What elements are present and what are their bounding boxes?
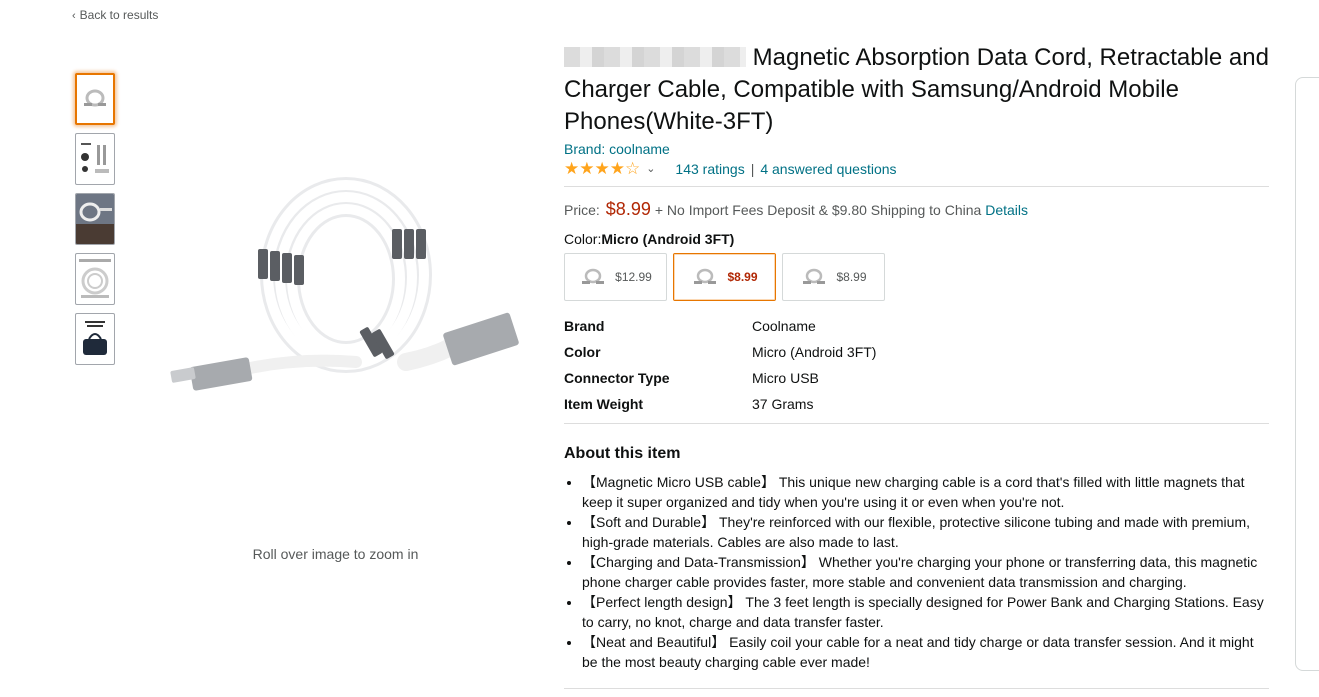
thumbnail-cable-coil[interactable] bbox=[75, 73, 115, 125]
swatch-option-2[interactable]: $8.99 bbox=[673, 253, 776, 301]
spec-table: Brand Coolname Color Micro (Android 3FT)… bbox=[564, 313, 1269, 417]
chevron-down-icon[interactable]: ⌄ bbox=[646, 159, 655, 179]
cable-thumbnail-icon bbox=[694, 268, 717, 284]
swatch-option-3[interactable]: $8.99 bbox=[782, 253, 885, 301]
divider bbox=[564, 423, 1269, 424]
price-label: Price: bbox=[564, 202, 600, 218]
ratings-count-link[interactable]: 143 ratings bbox=[675, 159, 744, 179]
cable-thumbnail-icon bbox=[803, 268, 826, 284]
spec-value: Micro USB bbox=[752, 370, 819, 386]
about-title: About this item bbox=[564, 445, 681, 462]
about-list: 【Magnetic Micro USB cable】 This unique n… bbox=[564, 472, 1269, 672]
thumbnail-cable-parts[interactable] bbox=[75, 133, 115, 185]
thumbnail-cable-lifestyle[interactable] bbox=[75, 193, 115, 245]
spec-key: Item Weight bbox=[564, 396, 644, 412]
spec-key: Brand bbox=[564, 318, 605, 334]
color-row: Color:Micro (Android 3FT) bbox=[564, 230, 1269, 248]
thumbnail-strip bbox=[75, 73, 115, 373]
about-item: 【Magnetic Micro USB cable】 This unique n… bbox=[582, 472, 1269, 512]
ratings-row: ★★★★☆ ⌄ 143 ratings | 4 answered questio… bbox=[564, 158, 1269, 180]
color-label: Color: bbox=[564, 231, 602, 247]
spec-row: Item Weight 37 Grams bbox=[564, 391, 1269, 417]
back-to-results-link[interactable]: ‹ Back to results bbox=[72, 8, 158, 22]
back-label: Back to results bbox=[79, 8, 159, 22]
thumbnail-cable-features[interactable] bbox=[75, 253, 115, 305]
thumbnail-cable-bag[interactable] bbox=[75, 313, 115, 365]
spec-value: Coolname bbox=[752, 318, 816, 334]
spec-value: Micro (Android 3FT) bbox=[752, 344, 877, 360]
about-item: 【Neat and Beautiful】 Easily coil your ca… bbox=[582, 632, 1269, 672]
spec-key: Connector Type bbox=[564, 370, 670, 386]
swatch-price: $12.99 bbox=[615, 270, 652, 284]
spec-key: Color bbox=[564, 344, 601, 360]
separator: | bbox=[750, 161, 755, 177]
shipping-text: + No Import Fees Deposit & $9.80 Shippin… bbox=[654, 202, 982, 218]
swatch-price: $8.99 bbox=[727, 270, 758, 284]
brand-link[interactable]: Brand: coolname bbox=[564, 140, 1269, 158]
cable-thumbnail-icon bbox=[582, 268, 605, 284]
redacted-brand-prefix bbox=[564, 47, 746, 67]
divider bbox=[564, 186, 1269, 187]
product-title: Magnetic Absorption Data Cord, Retractab… bbox=[564, 42, 1269, 138]
chevron-left-icon: ‹ bbox=[72, 10, 76, 22]
details-link[interactable]: Details bbox=[985, 198, 1028, 222]
spec-row: Connector Type Micro USB bbox=[564, 365, 1269, 391]
swatch-option-1[interactable]: $12.99 bbox=[564, 253, 667, 301]
answered-questions-link[interactable]: 4 answered questions bbox=[760, 159, 896, 179]
color-swatches: $12.99 $8.99 $8.99 bbox=[564, 253, 1269, 301]
buy-box bbox=[1295, 77, 1319, 671]
color-value: Micro (Android 3FT) bbox=[601, 231, 735, 247]
spec-row: Color Micro (Android 3FT) bbox=[564, 339, 1269, 365]
price-row: Price: $8.99 + No Import Fees Deposit & … bbox=[564, 197, 1269, 222]
spec-row: Brand Coolname bbox=[564, 313, 1269, 339]
main-product-image[interactable] bbox=[128, 82, 543, 492]
spec-value: 37 Grams bbox=[752, 396, 814, 412]
about-item: 【Charging and Data-Transmission】 Whether… bbox=[582, 552, 1269, 592]
swatch-price: $8.99 bbox=[836, 270, 867, 284]
product-details: Magnetic Absorption Data Cord, Retractab… bbox=[564, 42, 1269, 689]
divider bbox=[564, 688, 1269, 689]
star-rating-icon[interactable]: ★★★★☆ bbox=[564, 159, 640, 179]
price-value: $8.99 bbox=[605, 199, 651, 219]
about-item: 【Perfect length design】 The 3 feet lengt… bbox=[582, 592, 1269, 632]
about-item: 【Soft and Durable】 They're reinforced wi… bbox=[582, 512, 1269, 552]
zoom-hint: Roll over image to zoom in bbox=[252, 546, 419, 562]
